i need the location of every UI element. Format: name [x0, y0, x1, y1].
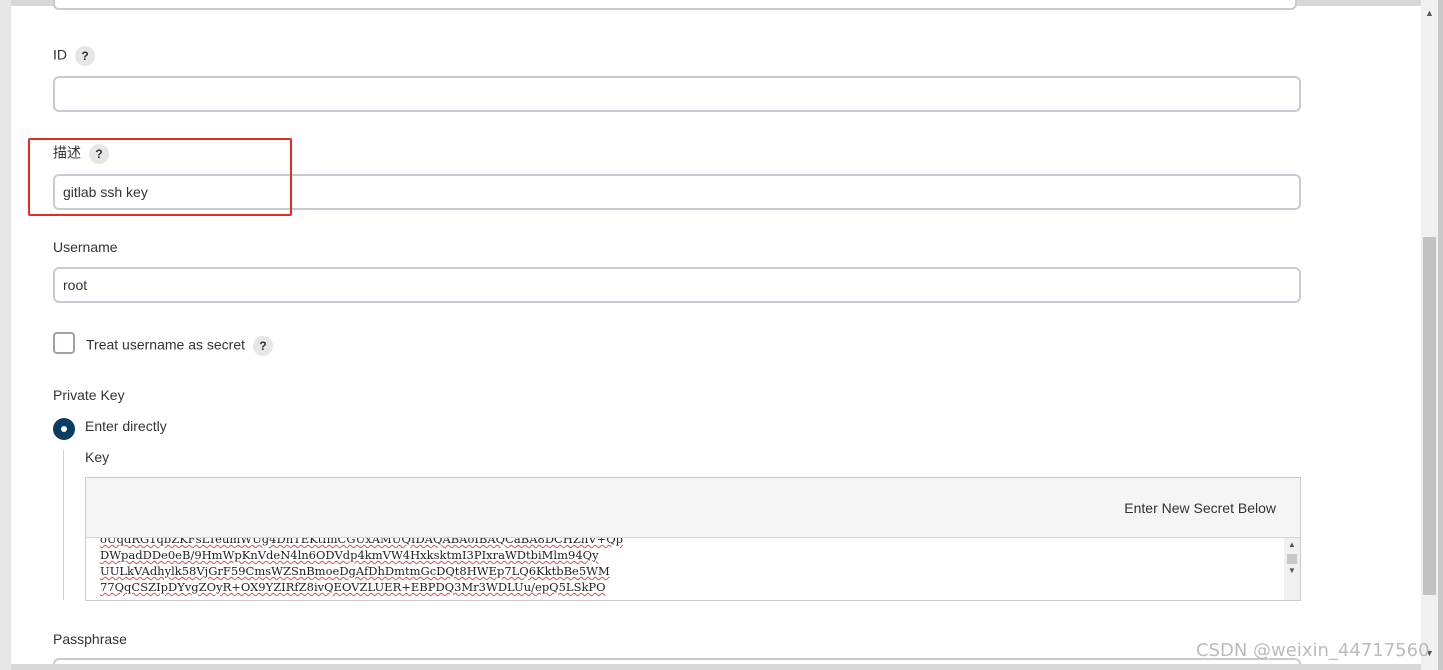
- private-key-box: Enter New Secret Below oUqdRG1qbZKFsLTeu…: [85, 477, 1301, 601]
- page-scrollbar[interactable]: ▲ ▼: [1421, 0, 1438, 670]
- scroll-up-icon[interactable]: ▲: [1288, 540, 1296, 549]
- credential-form-page: ID? 描述? gitlab ssh key Username root Tre…: [11, 0, 1421, 670]
- secret-header-text: Enter New Secret Below: [1124, 500, 1276, 516]
- key-line: UULkVAdhylk58VjGrF59CmsWZSnBmoeDgAfDhDmt…: [100, 564, 610, 578]
- page-scroll-thumb[interactable]: [1423, 237, 1436, 595]
- watermark: CSDN @weixin_44717560: [1196, 640, 1430, 661]
- indent-divider: [63, 450, 64, 600]
- id-input[interactable]: [53, 76, 1301, 112]
- treat-username-secret-checkbox[interactable]: [53, 332, 75, 354]
- key-line: DWpadDDe0eB/9HmWpKnVdeN4ln6ODVdp4kmVW4Hx…: [100, 548, 599, 562]
- previous-field-input[interactable]: [53, 0, 1297, 10]
- scroll-down-icon[interactable]: ▼: [1288, 566, 1296, 575]
- username-input[interactable]: root: [53, 267, 1301, 303]
- enter-directly-radio[interactable]: [53, 418, 75, 440]
- annotation-highlight-box: [28, 138, 292, 216]
- secret-header: Enter New Secret Below: [86, 478, 1300, 538]
- id-label: ID: [53, 46, 67, 63]
- key-label: Key: [85, 449, 110, 465]
- bottom-divider: [11, 664, 1421, 670]
- textarea-scroll-thumb[interactable]: [1287, 554, 1297, 564]
- key-line: 77QqCSZIpDYvgZOyR+OX9YZIRfZ8ivQEOVZLUER+…: [100, 580, 606, 594]
- textarea-scrollbar[interactable]: ▲ ▼: [1284, 538, 1300, 600]
- window-edge: [1438, 0, 1443, 670]
- help-icon[interactable]: ?: [253, 336, 273, 356]
- help-icon[interactable]: ?: [75, 46, 95, 66]
- username-label: Username: [53, 239, 118, 255]
- key-line: oUqdRG1qbZKFsLTeumWUg4DnTEKtfmCGUxAMUQID…: [100, 538, 624, 546]
- scroll-up-icon[interactable]: ▲: [1425, 8, 1434, 18]
- treat-secret-label-row: Treat username as secret?: [86, 336, 273, 356]
- enter-directly-label[interactable]: Enter directly: [85, 418, 167, 434]
- passphrase-label: Passphrase: [53, 631, 127, 647]
- id-label-row: ID?: [53, 46, 95, 66]
- private-key-label: Private Key: [53, 387, 125, 403]
- treat-secret-label: Treat username as secret: [86, 336, 245, 353]
- private-key-textarea[interactable]: oUqdRG1qbZKFsLTeumWUg4DnTEKtfmCGUxAMUQID…: [86, 538, 1282, 600]
